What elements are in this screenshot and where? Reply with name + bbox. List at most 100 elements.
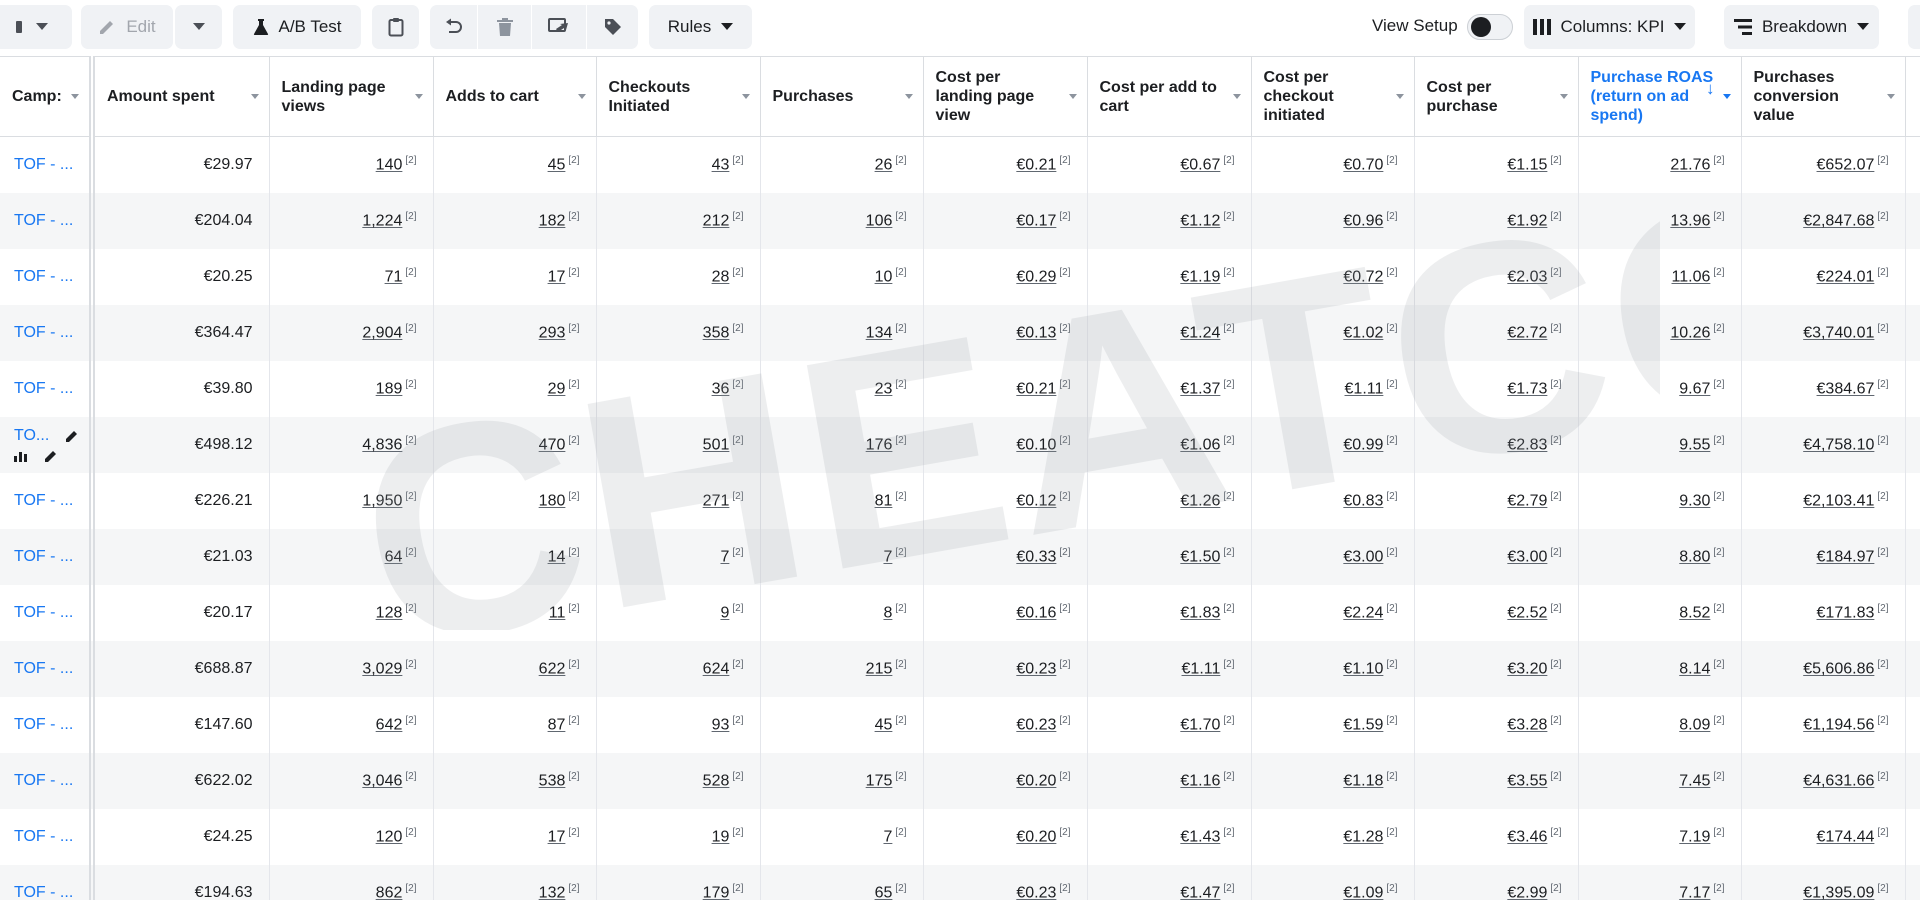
footnote-marker[interactable]: [2] — [1223, 659, 1234, 670]
footnote-marker[interactable]: [2] — [568, 491, 579, 502]
footnote-marker[interactable]: [2] — [1059, 323, 1070, 334]
footnote-marker[interactable]: [2] — [1877, 491, 1888, 502]
table-row[interactable]: TOF - ... €39.80 189 [2] 29 [2] 36 [2] 23 [2] €0.2… — [0, 360, 1920, 417]
campaign-name-link[interactable]: TO... — [14, 427, 49, 445]
footnote-marker[interactable]: [2] — [1386, 603, 1397, 614]
footnote-marker[interactable]: [2] — [405, 883, 416, 894]
footnote-marker[interactable]: [2] — [1223, 603, 1234, 614]
footnote-marker[interactable]: [2] — [1550, 211, 1561, 222]
footnote-marker[interactable]: [2] — [1713, 715, 1724, 726]
footnote-marker[interactable]: [2] — [1386, 827, 1397, 838]
column-header-0[interactable]: Camp: — [0, 56, 95, 137]
campaign-name-link[interactable]: TOF - ... — [14, 604, 73, 621]
footnote-marker[interactable]: [2] — [1059, 435, 1070, 446]
campaign-name-link[interactable]: TOF - ... — [14, 828, 73, 845]
footnote-marker[interactable]: [2] — [1713, 827, 1724, 838]
campaign-name-link[interactable]: TOF - ... — [14, 772, 73, 789]
footnote-marker[interactable]: [2] — [732, 435, 743, 446]
footnote-marker[interactable]: [2] — [1877, 267, 1888, 278]
ab-test-button[interactable]: A/B Test — [233, 5, 361, 49]
footnote-marker[interactable]: [2] — [895, 323, 906, 334]
column-header-11[interactable]: Purchases conversion value — [1741, 56, 1906, 137]
table-row[interactable]: TOF - ... €21.03 64 [2] 14 [2] 7 [2] 7 [2] €0.33 [2… — [0, 528, 1920, 585]
footnote-marker[interactable]: [2] — [732, 827, 743, 838]
column-header-2[interactable]: Landing page views — [269, 56, 434, 137]
footnote-marker[interactable]: [2] — [1877, 771, 1888, 782]
table-row[interactable]: TOF - ... €20.17 128 [2] 11 [2] 9 [2] 8 [2] €0.16[… — [0, 584, 1920, 641]
footnote-marker[interactable]: [2] — [1386, 491, 1397, 502]
campaign-name-link[interactable]: TOF - ... — [14, 212, 73, 229]
campaign-name-link[interactable]: TOF - ... — [14, 716, 73, 733]
footnote-marker[interactable]: [2] — [895, 211, 906, 222]
breakdown-button[interactable]: Breakdown — [1724, 5, 1879, 49]
table-row[interactable]: TOF - ... €20.25 71 [2] 17 [2] 28 [2] 10 [2] €0.29… — [0, 248, 1920, 305]
campaign-name-link[interactable]: TOF - ... — [14, 660, 73, 677]
footnote-marker[interactable]: [2] — [1713, 379, 1724, 390]
footnote-marker[interactable]: [2] — [1386, 267, 1397, 278]
table-row[interactable]: TOF - ... €147.60 642 [2] 87 [2] 93 [2] 45 [2] €0.… — [0, 696, 1920, 753]
column-header-6[interactable]: Cost per landing page view — [923, 56, 1088, 137]
rules-button[interactable]: Rules — [649, 5, 752, 49]
column-menu-caret-icon[interactable] — [741, 94, 750, 99]
footnote-marker[interactable]: [2] — [1877, 435, 1888, 446]
footnote-marker[interactable]: [2] — [1059, 659, 1070, 670]
tag-button[interactable] — [587, 5, 638, 49]
column-menu-caret-icon[interactable] — [71, 94, 79, 99]
column-header-7[interactable]: Cost per add to cart — [1087, 56, 1252, 137]
footnote-marker[interactable]: [2] — [1550, 883, 1561, 894]
footnote-marker[interactable]: [2] — [1550, 659, 1561, 670]
footnote-marker[interactable]: [2] — [405, 715, 416, 726]
footnote-marker[interactable]: [2] — [1877, 211, 1888, 222]
footnote-marker[interactable]: [2] — [895, 155, 906, 166]
campaign-name-cell[interactable]: TOF - ... — [0, 528, 95, 585]
footnote-marker[interactable]: [2] — [1550, 603, 1561, 614]
campaign-name-cell[interactable]: TOF - ... — [0, 808, 95, 865]
campaign-name-link[interactable]: TOF - ... — [14, 156, 73, 173]
footnote-marker[interactable]: [2] — [405, 155, 416, 166]
column-menu-caret-icon[interactable] — [1232, 94, 1241, 99]
campaign-name-cell[interactable]: TOF - ... — [0, 304, 95, 361]
column-header-10[interactable]: Purchase ROAS (return on ad spend) ↓ — [1578, 56, 1742, 137]
footnote-marker[interactable]: [2] — [405, 827, 416, 838]
edit-button[interactable]: Edit — [81, 5, 173, 49]
footnote-marker[interactable]: [2] — [732, 771, 743, 782]
footnote-marker[interactable]: [2] — [895, 491, 906, 502]
footnote-marker[interactable]: [2] — [405, 379, 416, 390]
footnote-marker[interactable]: [2] — [1059, 379, 1070, 390]
campaign-name-cell[interactable]: TOF - ... — [0, 248, 95, 305]
footnote-marker[interactable]: [2] — [732, 155, 743, 166]
footnote-marker[interactable]: [2] — [1386, 547, 1397, 558]
footnote-marker[interactable]: [2] — [1713, 771, 1724, 782]
footnote-marker[interactable]: [2] — [1550, 491, 1561, 502]
pencil-icon[interactable] — [65, 429, 79, 443]
campaign-name-cell[interactable]: TOF - ... — [0, 752, 95, 809]
campaign-name-link[interactable]: TOF - ... — [14, 380, 73, 397]
footnote-marker[interactable]: [2] — [568, 883, 579, 894]
footnote-marker[interactable]: [2] — [1713, 883, 1724, 894]
footnote-marker[interactable]: [2] — [895, 267, 906, 278]
column-menu-caret-icon[interactable] — [414, 94, 423, 99]
footnote-marker[interactable]: [2] — [1713, 491, 1724, 502]
footnote-marker[interactable]: [2] — [1059, 211, 1070, 222]
footnote-marker[interactable]: [2] — [1713, 267, 1724, 278]
more-toolbar-button[interactable] — [1908, 5, 1920, 49]
footnote-marker[interactable]: [2] — [732, 603, 743, 614]
table-row[interactable]: TO... €498.12 4,836 [2] 470 [2] 501 [2] 176 [2] €0… — [0, 416, 1920, 473]
footnote-marker[interactable]: [2] — [732, 715, 743, 726]
footnote-marker[interactable]: [2] — [1713, 547, 1724, 558]
footnote-marker[interactable]: [2] — [1877, 155, 1888, 166]
footnote-marker[interactable]: [2] — [568, 435, 579, 446]
footnote-marker[interactable]: [2] — [732, 491, 743, 502]
undo-button[interactable] — [430, 5, 477, 49]
column-header-9[interactable]: Cost per purchase — [1414, 56, 1579, 137]
footnote-marker[interactable]: [2] — [1713, 155, 1724, 166]
delete-button[interactable] — [478, 5, 531, 49]
campaign-name-cell[interactable]: TOF - ... — [0, 640, 95, 697]
footnote-marker[interactable]: [2] — [1877, 547, 1888, 558]
pencil-icon[interactable] — [44, 449, 58, 463]
footnote-marker[interactable]: [2] — [1713, 435, 1724, 446]
footnote-marker[interactable]: [2] — [895, 379, 906, 390]
footnote-marker[interactable]: [2] — [1877, 827, 1888, 838]
footnote-marker[interactable]: [2] — [1550, 547, 1561, 558]
footnote-marker[interactable]: [2] — [1877, 715, 1888, 726]
